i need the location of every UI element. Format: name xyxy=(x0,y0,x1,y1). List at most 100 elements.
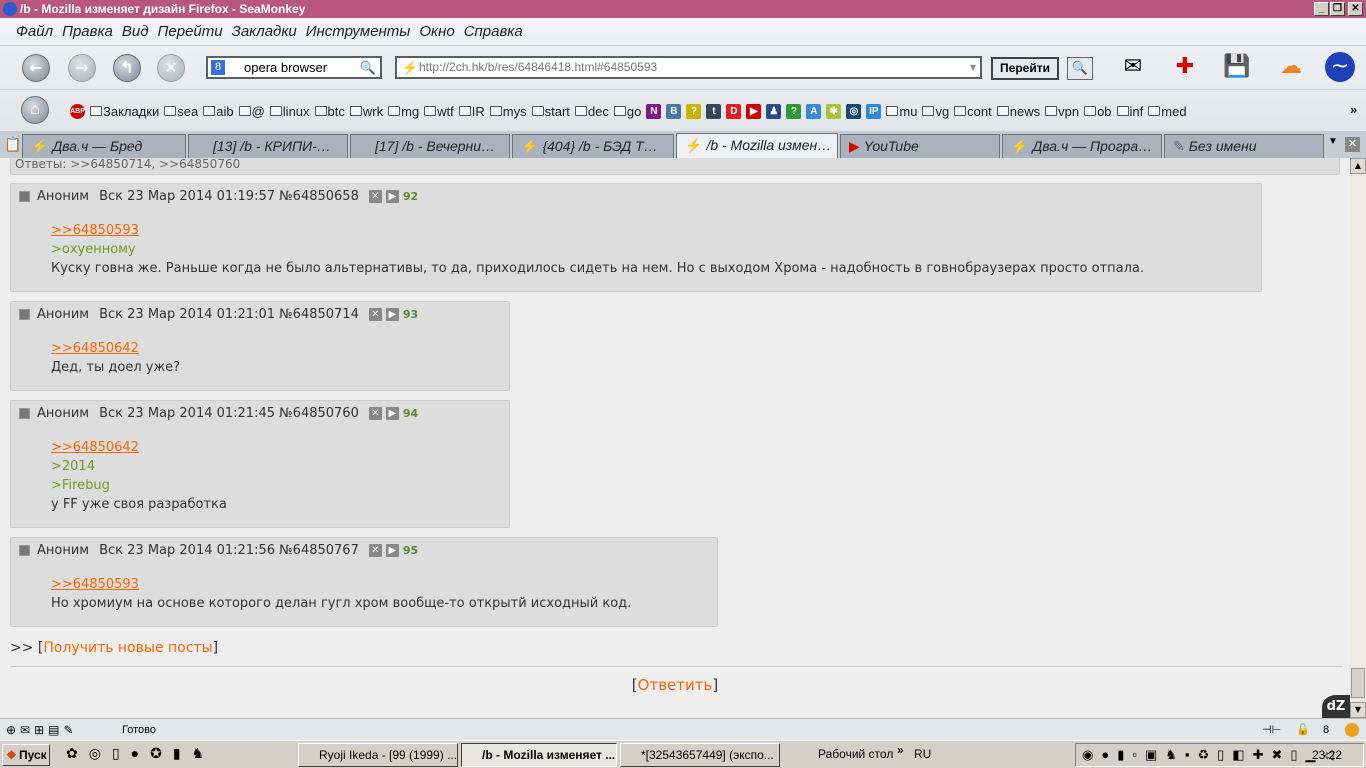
bookmark-folder[interactable]: btc xyxy=(314,104,345,119)
scroll-thumb[interactable] xyxy=(1351,668,1365,698)
bookmark-folder[interactable]: mg xyxy=(388,104,419,119)
bookmarks-overflow-button[interactable]: » xyxy=(1350,102,1357,117)
search-engine-icon[interactable]: 8 xyxy=(211,60,225,75)
tab[interactable]: ⚡ Два.ч — Програ… xyxy=(1002,134,1162,158)
new-tab-icon[interactable]: 📋 xyxy=(4,136,21,153)
menu-edit[interactable]: Правка xyxy=(62,23,113,40)
menu-go[interactable]: Перейти xyxy=(158,23,223,40)
dropdown-icon[interactable]: ▾ xyxy=(970,58,976,77)
menu-window[interactable]: Окно xyxy=(419,23,454,40)
tab[interactable]: ▶ YouTube xyxy=(840,134,1000,158)
bookmark-icon[interactable]: t xyxy=(706,103,722,119)
reply-link[interactable]: Ответить xyxy=(638,676,713,694)
tab[interactable]: ✎ Без имени xyxy=(1164,134,1324,158)
magnifier-icon[interactable]: 🔍 xyxy=(360,58,376,77)
weather-icon[interactable]: ☁ xyxy=(1276,52,1306,82)
bookmark-folder[interactable]: vg xyxy=(922,104,949,119)
bookmark-folder[interactable]: @ xyxy=(238,104,265,119)
bookmark-icon[interactable]: ? xyxy=(786,103,802,119)
bookmark-folder[interactable]: start xyxy=(531,104,570,119)
post-id[interactable]: №64850760 xyxy=(279,406,359,421)
start-button[interactable]: ❖ Пуск xyxy=(2,744,50,766)
go-button[interactable]: Перейти xyxy=(991,57,1059,80)
bookmark-folder[interactable]: go xyxy=(613,104,641,119)
search-input[interactable]: 8 opera browser 🔍 xyxy=(206,56,382,79)
expand-post-icon[interactable]: ▶ xyxy=(385,407,399,420)
expand-post-icon[interactable]: ▶ xyxy=(385,544,399,557)
stop-button[interactable]: ✕ xyxy=(157,54,185,82)
bookmark-icon[interactable]: ♟ xyxy=(766,103,782,119)
get-new-posts-link[interactable]: Получить новые посты xyxy=(43,640,212,656)
language-indicator[interactable]: RU xyxy=(914,747,931,761)
menu-help[interactable]: Справка xyxy=(464,23,523,40)
hide-post-icon[interactable]: ✕ xyxy=(368,308,382,321)
bookmark-folder[interactable]: sea xyxy=(164,104,198,119)
post-checkbox[interactable] xyxy=(19,191,30,202)
menu-tools[interactable]: Инструменты xyxy=(306,23,411,40)
toolbar-chevron[interactable]: » xyxy=(897,743,904,757)
bookmark-folder[interactable]: wtf xyxy=(424,104,454,119)
bookmark-icon[interactable]: A xyxy=(806,103,822,119)
bookmark-folder[interactable]: news xyxy=(996,104,1040,119)
hide-post-icon[interactable]: ✕ xyxy=(368,407,382,420)
forward-button[interactable]: → xyxy=(68,54,96,82)
bookmark-icon[interactable]: N xyxy=(646,103,662,119)
search-button[interactable]: 🔍 xyxy=(1067,57,1093,80)
reply-ref-link[interactable]: >>64850593 xyxy=(51,575,631,594)
bookmark-folder[interactable]: ob xyxy=(1084,104,1112,119)
post-checkbox[interactable] xyxy=(19,408,30,419)
close-tab-button[interactable]: ✕ xyxy=(1345,137,1360,152)
bookmark-icon[interactable]: B xyxy=(666,103,682,119)
expand-post-icon[interactable]: ▶ xyxy=(385,308,399,321)
home-button[interactable]: ⌂ xyxy=(21,96,49,124)
bookmark-icon[interactable]: ◎ xyxy=(846,103,862,119)
tab[interactable]: [17] /b - Вечерни… xyxy=(350,134,510,158)
adblock-icon[interactable]: ABP xyxy=(70,103,85,119)
vertical-scrollbar[interactable]: ▲ ▼ xyxy=(1350,158,1366,718)
bookmark-folder[interactable]: dec xyxy=(574,104,609,119)
minimize-button[interactable]: _ xyxy=(1314,2,1329,16)
post-id[interactable]: №64850714 xyxy=(279,307,359,322)
reload-button[interactable]: ↰ xyxy=(113,54,141,82)
save-icon[interactable]: 💾 xyxy=(1222,52,1252,82)
bookmark-folder[interactable]: linux xyxy=(269,104,310,119)
tab[interactable]: ⚡ {404} /b - БЭД Т… xyxy=(512,134,674,158)
bookmark-folder[interactable]: vpn xyxy=(1045,104,1079,119)
hide-post-icon[interactable]: ✕ xyxy=(368,190,382,203)
reply-ref-link[interactable]: >>64850642 xyxy=(51,438,227,457)
bookmark-folder[interactable]: IR xyxy=(458,104,485,119)
bookmark-icon[interactable]: ? xyxy=(686,103,702,119)
tab-list-dropdown[interactable]: ▼ xyxy=(1328,136,1338,147)
expand-post-icon[interactable]: ▶ xyxy=(385,190,399,203)
bookmark-folder[interactable]: mys xyxy=(489,104,527,119)
url-input[interactable]: ⚡ http://2ch.hk/b/res/64846418.html#6485… xyxy=(395,56,982,79)
close-button[interactable]: ✕ xyxy=(1348,2,1363,16)
bookmark-icon[interactable]: IP xyxy=(866,103,882,119)
bookmark-icon[interactable]: ▶ xyxy=(746,103,762,119)
desktop-toolbar[interactable]: Рабочий стол xyxy=(818,747,893,761)
bookmark-folder[interactable]: Закладки xyxy=(90,104,159,119)
bookmark-icon[interactable]: D xyxy=(726,103,742,119)
bookmark-folder[interactable]: aib xyxy=(203,104,234,119)
hide-post-icon[interactable]: ✕ xyxy=(368,544,382,557)
scroll-down-button[interactable]: ▼ xyxy=(1350,702,1366,718)
menu-view[interactable]: Вид xyxy=(122,23,149,40)
task-ryoji-ikeda[interactable]: Ryoji Ikeda - [99 (1999) ... xyxy=(298,743,458,767)
bookmark-folder[interactable]: med xyxy=(1148,104,1187,119)
reply-ref-link[interactable]: >>64850642 xyxy=(51,339,180,358)
menu-bookmarks[interactable]: Закладки xyxy=(232,23,297,40)
menu-file[interactable]: Файл xyxy=(16,23,53,40)
post-id[interactable]: №64850658 xyxy=(279,189,359,204)
quick-launch-icons[interactable]: ✿◎▯●✪▮♞ xyxy=(66,745,215,762)
mail-icon[interactable]: ✉ xyxy=(1118,52,1148,82)
floating-widget-icon[interactable]: dZ xyxy=(1322,695,1350,718)
bookmark-folder[interactable]: mu xyxy=(886,104,917,119)
bookmark-folder[interactable]: cont xyxy=(954,104,992,119)
tab[interactable]: ⚡/b - Mozilla измен… xyxy=(676,133,838,158)
reply-ref-link[interactable]: >>64850593 xyxy=(51,221,1144,240)
scroll-up-button[interactable]: ▲ xyxy=(1350,158,1366,174)
maximize-button[interactable]: ❐ xyxy=(1330,2,1345,16)
post-id[interactable]: №64850767 xyxy=(279,543,359,558)
task-seamonkey[interactable]: /b - Mozilla изменяет ... xyxy=(461,743,617,767)
task-image-editor[interactable]: *[32543657449] (экспо... xyxy=(620,743,780,767)
